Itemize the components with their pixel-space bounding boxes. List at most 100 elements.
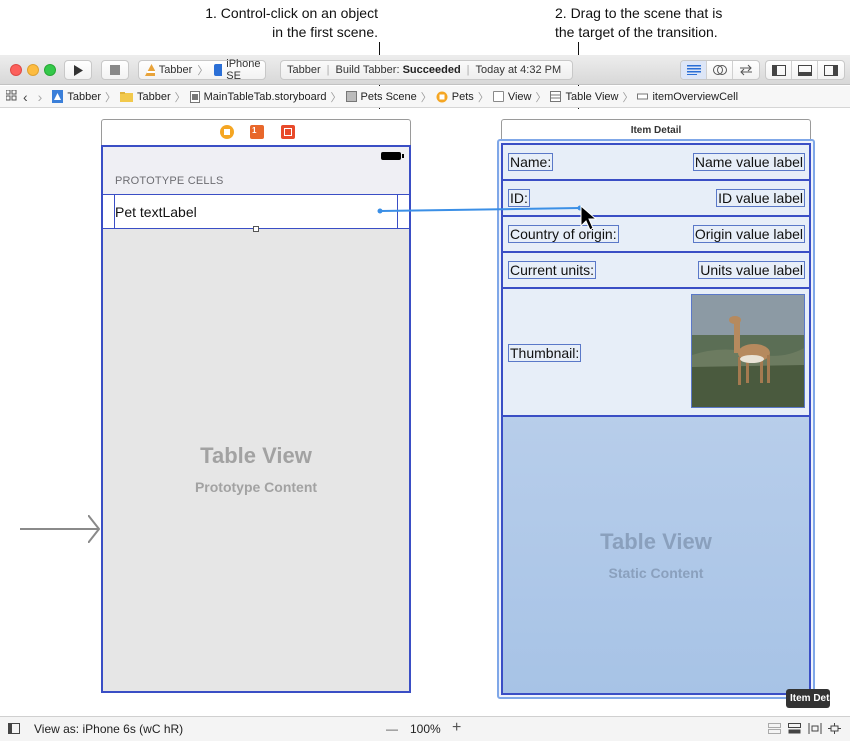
navigator-toggle-button[interactable]	[766, 61, 792, 79]
assistant-editor-button[interactable]	[707, 61, 733, 79]
related-items-icon[interactable]	[5, 89, 17, 104]
align-icon[interactable]	[808, 723, 822, 737]
status-project: Tabber	[287, 64, 321, 76]
exit-icon-mark	[284, 128, 292, 136]
detail-row-thumbnail[interactable]: Thumbnail:	[503, 289, 809, 417]
zoom-in-button[interactable]: +	[452, 719, 461, 737]
jumpbar-item-scene[interactable]: Pets Scene	[345, 90, 417, 103]
storyboard-canvas[interactable]: 1 PROTOTYPE CELLS Pet textLabel Table Vi…	[0, 109, 850, 715]
item-detail-scene[interactable]: Item Detail Name: Name value label ID: I…	[497, 119, 815, 699]
jumpbar-item-view[interactable]: View	[492, 91, 531, 103]
annotation-step-1-line-2: in the first scene.	[272, 24, 378, 40]
pet-text-label[interactable]: Pet textLabel	[115, 204, 197, 220]
debug-area-toggle-button[interactable]	[792, 61, 818, 79]
origin-value-label: Origin value label	[692, 225, 805, 243]
thumbnail-image	[691, 294, 805, 408]
detail-row-units[interactable]: Current units: Units value label	[503, 253, 809, 289]
chevron-right-icon: 〉	[622, 91, 634, 104]
name-value-label: Name value label	[692, 153, 805, 171]
minimize-window-button[interactable]	[27, 64, 39, 76]
device-icon	[214, 64, 223, 76]
stop-button[interactable]	[101, 60, 129, 80]
arrow-head-icon	[88, 515, 100, 543]
pin-icon[interactable]	[828, 723, 841, 737]
utilities-toggle-button[interactable]	[818, 61, 844, 79]
jumpbar-item-label: Pets Scene	[360, 90, 417, 103]
zoom-window-button[interactable]	[44, 64, 56, 76]
status-build-result: Succeeded	[402, 64, 461, 76]
left-panel-icon	[771, 64, 786, 76]
zoom-out-button[interactable]: —	[386, 722, 398, 736]
chevron-right-icon: 〉	[197, 65, 209, 77]
version-editor-icon	[740, 64, 752, 76]
scene-icon	[345, 91, 357, 102]
status-time: Today at 4:32 PM	[475, 64, 562, 76]
annotation-step-2: 2. Drag to the scene that is the target …	[555, 4, 795, 42]
back-button[interactable]: ‹	[23, 89, 28, 105]
status-build-prefix: Build Tabber:	[335, 64, 400, 76]
chevron-right-icon: 〉	[420, 91, 432, 104]
jumpbar-item-label: MainTableTab.storyboard	[203, 90, 327, 103]
id-label: ID:	[508, 189, 530, 207]
annotation-step-2-line-2: the target of the transition.	[555, 24, 718, 40]
jumpbar-item-cell[interactable]: itemOverviewCell	[637, 91, 738, 103]
chevron-right-icon: 〉	[330, 91, 342, 104]
view-as-device-button[interactable]: View as: iPhone 6s (wC hR)	[34, 722, 183, 736]
detail-row-country[interactable]: Country of origin: Origin value label	[503, 217, 809, 253]
update-frames-icon[interactable]	[768, 723, 781, 737]
run-button[interactable]	[64, 60, 92, 80]
table-view-title: Table View	[600, 529, 712, 554]
jump-bar: ‹ › Tabber 〉 Tabber 〉 MainTableTab.story…	[0, 86, 850, 108]
table-view-icon	[550, 91, 562, 102]
forward-button[interactable]: ›	[38, 89, 43, 105]
pet-prototype-cell[interactable]: Pet textLabel	[103, 194, 409, 232]
window-toolbar: Tabber 〉 iPhone SE Tabber | Build Tabber…	[0, 55, 850, 85]
editor-mode-control	[680, 60, 760, 80]
standard-editor-icon	[686, 65, 701, 75]
canvas-bottom-bar: View as: iPhone 6s (wC hR) — 100% +	[0, 716, 850, 741]
pets-table-view[interactable]: PROTOTYPE CELLS Pet textLabel Table View…	[101, 145, 411, 693]
detail-row-name[interactable]: Name: Name value label	[503, 145, 809, 181]
storyboard-file-icon	[189, 90, 200, 103]
panel-toggle-control	[765, 60, 845, 80]
table-view-subtitle: Prototype Content	[194, 479, 318, 495]
jumpbar-item-controller[interactable]: Pets	[436, 91, 474, 103]
chevron-right-icon: 〉	[535, 91, 547, 104]
play-icon	[74, 64, 83, 76]
first-responder-icon-label: 1	[252, 126, 257, 135]
jumpbar-item-group[interactable]: Tabber	[119, 90, 171, 103]
exit-icon[interactable]	[281, 125, 295, 139]
jumpbar-item-label: Tabber	[136, 90, 171, 103]
scheme-selector[interactable]: Tabber 〉 iPhone SE	[138, 58, 266, 82]
standard-editor-button[interactable]	[681, 61, 707, 79]
scheme-app-label: Tabber	[158, 64, 193, 76]
right-panel-icon	[824, 64, 838, 76]
jumpbar-item-label: Pets	[451, 90, 474, 103]
close-window-button[interactable]	[10, 64, 22, 76]
resize-handle[interactable]	[253, 226, 259, 232]
activity-status: Tabber | Build Tabber: Succeeded | Today…	[280, 60, 573, 80]
view-controller-icon[interactable]	[220, 125, 234, 139]
status-build: Build Tabber: Succeeded	[336, 64, 461, 76]
chevron-right-icon: 〉	[174, 91, 186, 104]
chevron-right-icon: 〉	[477, 91, 489, 104]
pets-scene[interactable]: 1 PROTOTYPE CELLS Pet textLabel Table Vi…	[101, 119, 411, 693]
item-detail-table-view[interactable]: Name: Name value label ID: ID value labe…	[501, 143, 811, 695]
detail-row-id[interactable]: ID: ID value label	[503, 181, 809, 217]
table-view-subtitle: Static Content	[608, 565, 704, 581]
annotation-step-2-line-1: 2. Drag to the scene that is	[555, 5, 723, 21]
document-outline-toggle[interactable]	[8, 723, 20, 737]
first-responder-icon[interactable]: 1	[250, 125, 264, 139]
sidebar-toggle-icon	[8, 723, 20, 734]
status-divider-2: |	[466, 64, 470, 76]
annotation-step-1: 1. Control-click on an object in the fir…	[160, 4, 378, 42]
scene-name-tooltip: Item Detail	[786, 689, 830, 708]
bottom-panel-icon	[797, 64, 812, 76]
jumpbar-item-label: Tabber	[67, 90, 101, 103]
jumpbar-item-tableview[interactable]: Table View	[550, 91, 618, 103]
jumpbar-item-label: Table View	[565, 90, 619, 103]
jumpbar-item-storyboard[interactable]: MainTableTab.storyboard	[189, 90, 327, 103]
jumpbar-item-project[interactable]: Tabber	[52, 90, 101, 103]
stack-icon[interactable]	[788, 723, 801, 737]
version-editor-button[interactable]	[733, 61, 759, 79]
